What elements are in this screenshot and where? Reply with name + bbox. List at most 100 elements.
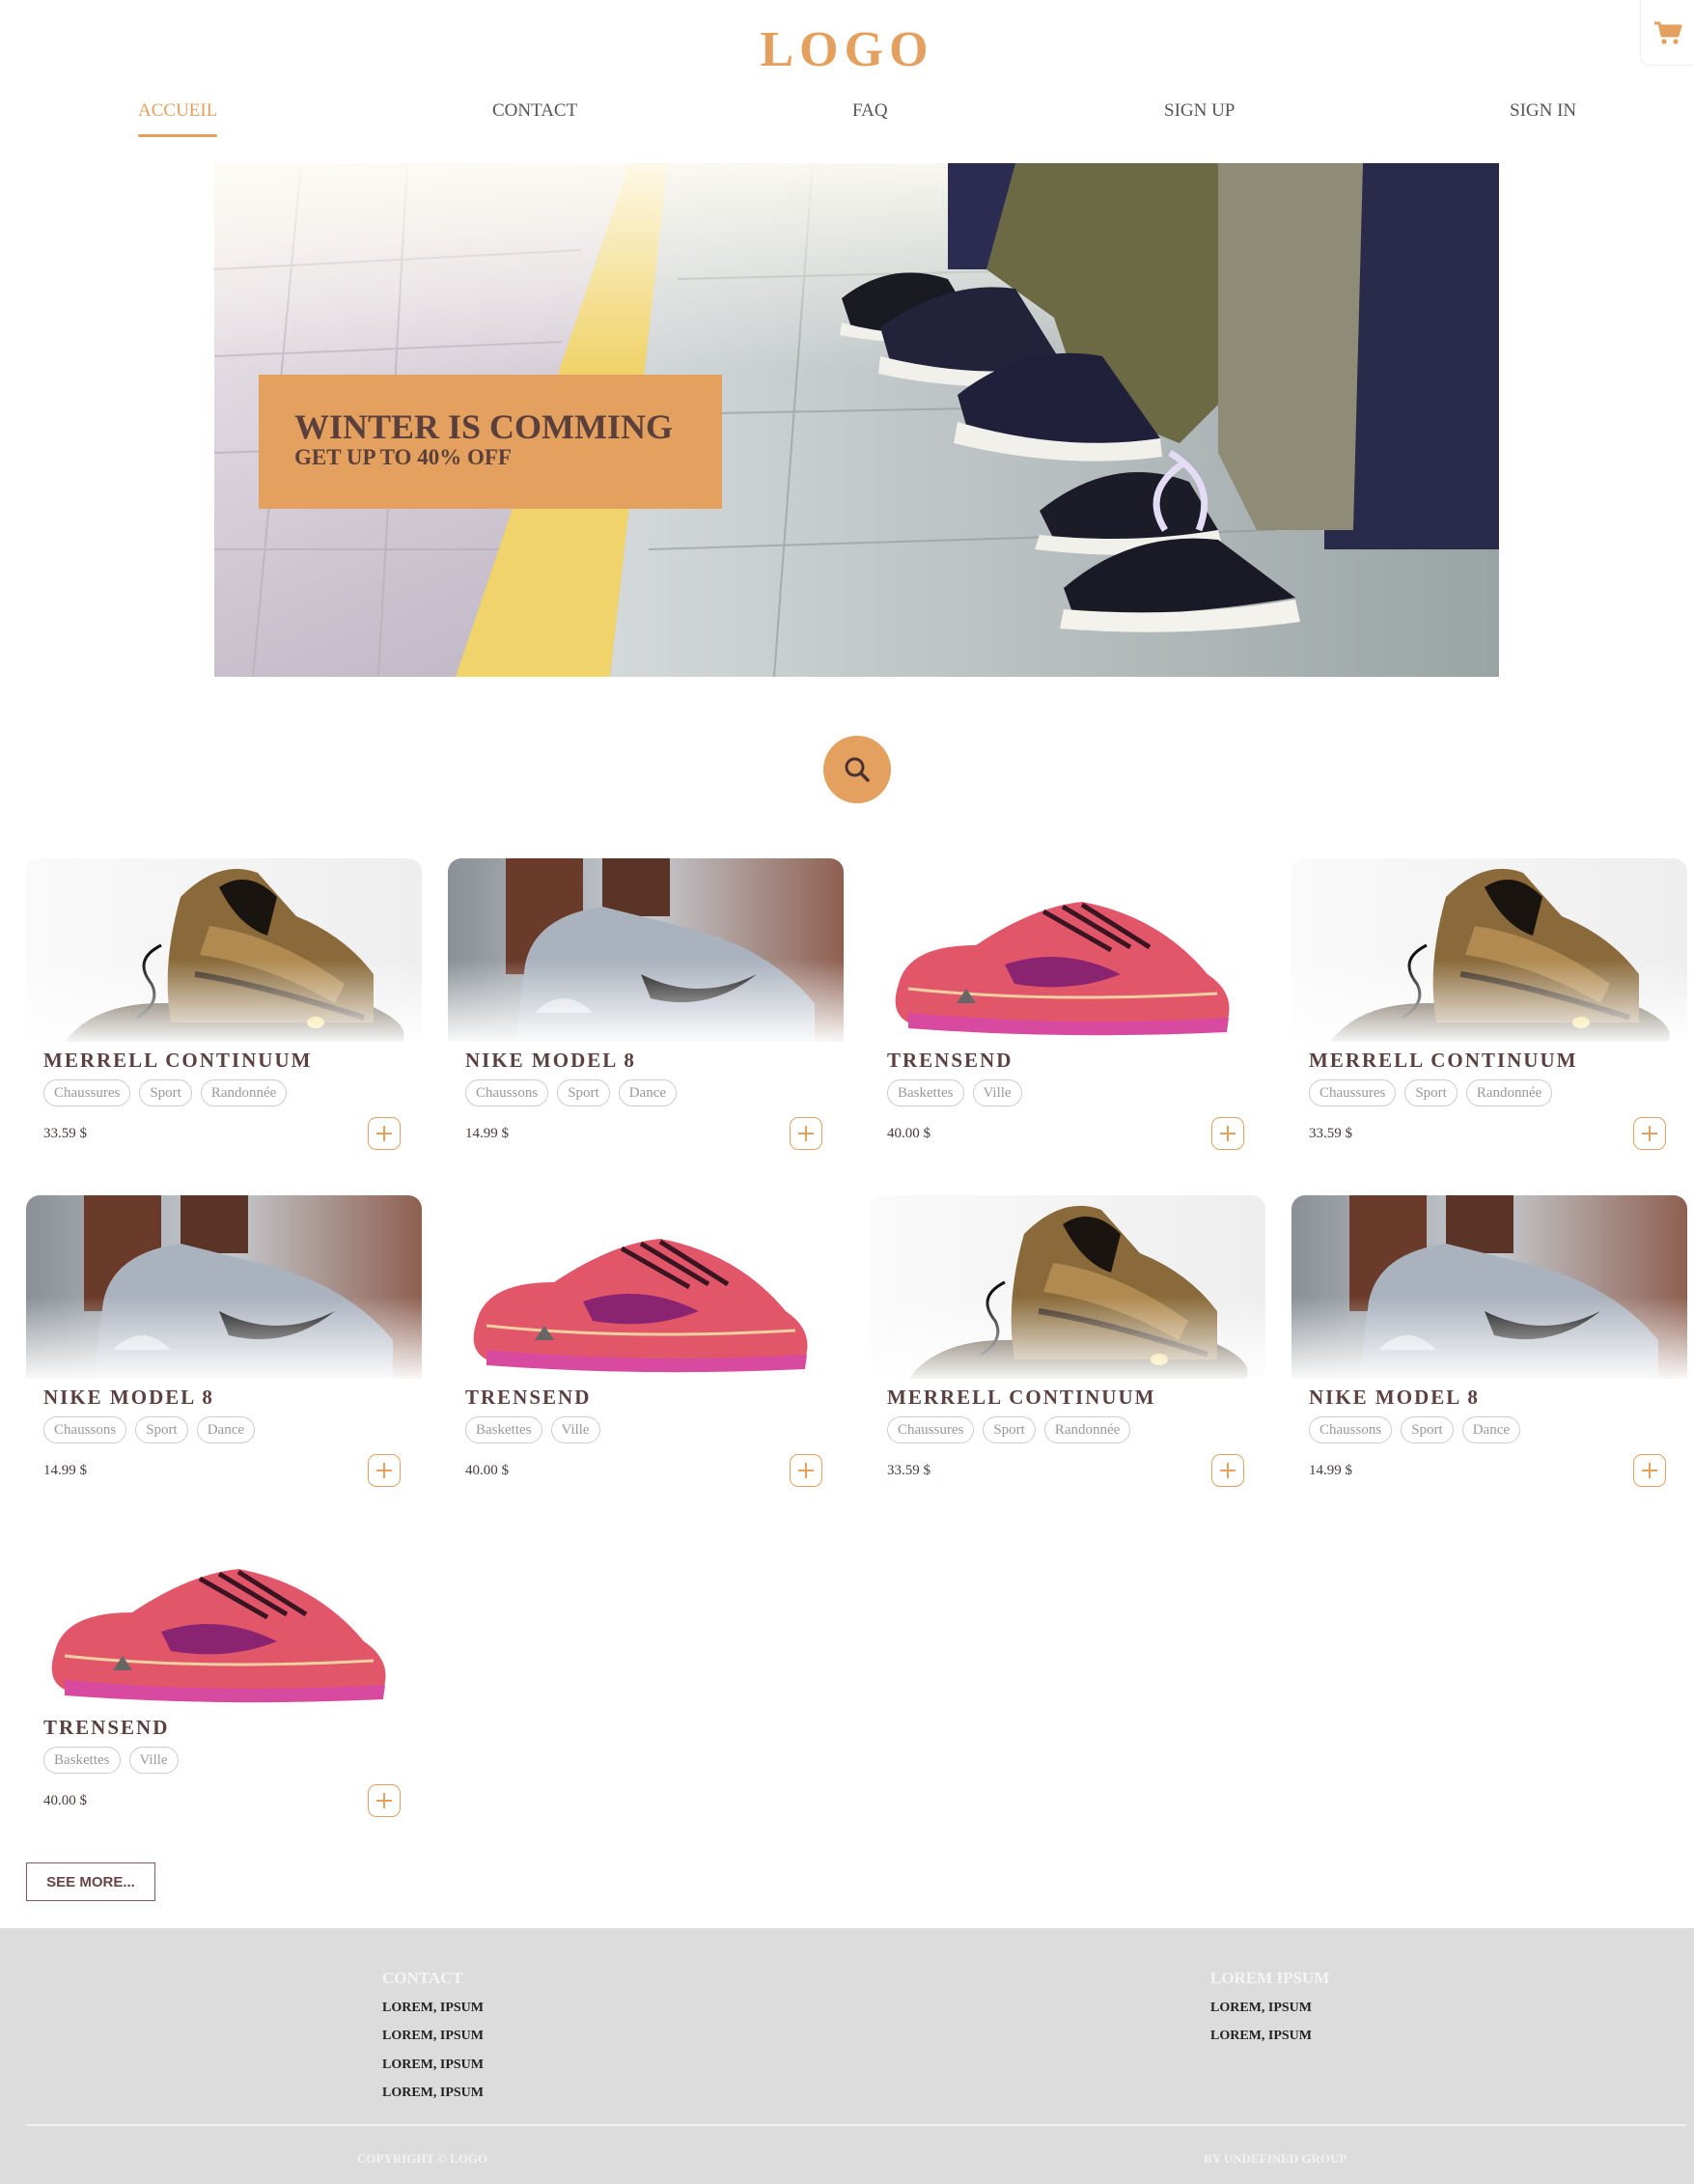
product-card[interactable]: TRENSEND Baskettes Ville 40.00 $ <box>870 858 1265 1177</box>
product-card[interactable]: NIKE MODEL 8 Chaussons Sport Dance 14.99 $ <box>1291 1195 1687 1514</box>
product-card[interactable]: NIKE MODEL 8 Chaussons Sport Dance 14.99 $ <box>26 1195 422 1514</box>
add-to-cart-button[interactable] <box>368 1117 401 1150</box>
search-button[interactable] <box>823 736 891 803</box>
product-tag[interactable]: Dance <box>196 1416 256 1443</box>
plus-icon <box>376 1463 392 1478</box>
footer-lorem-heading: LOREM IPSUM <box>1210 1969 1330 1987</box>
add-to-cart-button[interactable] <box>1633 1117 1666 1150</box>
product-name[interactable]: MERRELL CONTINUUM <box>1309 1049 1577 1073</box>
product-image[interactable] <box>448 858 844 1042</box>
add-to-cart-button[interactable] <box>368 1454 401 1487</box>
add-to-cart-button[interactable] <box>790 1117 822 1150</box>
nav-contact[interactable]: CONTACT <box>492 100 577 122</box>
product-image[interactable] <box>448 1195 844 1379</box>
add-to-cart-button[interactable] <box>790 1454 822 1487</box>
product-name[interactable]: MERRELL CONTINUUM <box>43 1049 312 1073</box>
product-tag[interactable]: Ville <box>550 1416 600 1443</box>
add-to-cart-button[interactable] <box>1211 1117 1244 1150</box>
credit-text: BY UNDEFINED GROUP <box>1204 2151 1347 2166</box>
product-price: 14.99 $ <box>465 1126 509 1141</box>
promo-box[interactable]: WINTER IS COMMING GET UP TO 40% OFF <box>259 375 722 509</box>
product-name[interactable]: NIKE MODEL 8 <box>1309 1386 1480 1410</box>
product-tag[interactable]: Randonnée <box>1465 1079 1553 1106</box>
product-tag[interactable]: Dance <box>1461 1416 1521 1443</box>
product-tag[interactable]: Sport <box>139 1079 192 1106</box>
main-nav: ACCUEIL CONTACT FAQ SIGN UP SIGN IN <box>0 100 1694 139</box>
plus-icon <box>798 1126 814 1141</box>
footer-link[interactable]: LOREM, IPSUM <box>382 2086 484 2101</box>
plus-icon <box>1642 1126 1657 1141</box>
add-to-cart-button[interactable] <box>1633 1454 1666 1487</box>
product-tag[interactable]: Chaussures <box>887 1416 975 1443</box>
footer-link[interactable]: LOREM, IPSUM <box>382 2001 484 2016</box>
product-tag[interactable]: Baskettes <box>887 1079 964 1106</box>
product-tag[interactable]: Randonnée <box>1043 1416 1131 1443</box>
product-image[interactable] <box>1291 858 1687 1042</box>
product-tag[interactable]: Ville <box>128 1747 179 1774</box>
product-tags: Baskettes Ville <box>465 1416 600 1443</box>
nav-accueil[interactable]: ACCUEIL <box>138 100 218 137</box>
product-price: 33.59 $ <box>887 1463 930 1478</box>
product-image[interactable] <box>26 1195 422 1379</box>
product-tags: Chaussons Sport Dance <box>1309 1416 1521 1443</box>
product-name[interactable]: NIKE MODEL 8 <box>465 1049 636 1073</box>
footer-link[interactable]: LOREM, IPSUM <box>382 2029 484 2044</box>
product-tag[interactable]: Chaussures <box>43 1079 131 1106</box>
nav-faq[interactable]: FAQ <box>852 100 888 122</box>
product-tag[interactable]: Baskettes <box>43 1747 121 1774</box>
copyright-text: COPYRIGHT © LOGO <box>357 2151 488 2166</box>
product-name[interactable]: MERRELL CONTINUUM <box>887 1386 1155 1410</box>
product-image[interactable] <box>26 1526 422 1709</box>
product-tag[interactable]: Sport <box>1404 1079 1458 1106</box>
plus-icon <box>376 1126 392 1141</box>
product-tag[interactable]: Chaussons <box>43 1416 127 1443</box>
product-tag[interactable]: Sport <box>1401 1416 1454 1443</box>
product-tags: Chaussures Sport Randonnée <box>43 1079 288 1106</box>
product-card[interactable]: NIKE MODEL 8 Chaussons Sport Dance 14.99 $ <box>448 858 844 1177</box>
plus-icon <box>1642 1463 1657 1478</box>
product-tag[interactable]: Ville <box>972 1079 1022 1106</box>
product-tag[interactable]: Randonnée <box>200 1079 288 1106</box>
product-card[interactable]: TRENSEND Baskettes Ville 40.00 $ <box>26 1526 422 1844</box>
product-tags: Chaussons Sport Dance <box>465 1079 678 1106</box>
product-name[interactable]: TRENSEND <box>887 1049 1013 1073</box>
cart-button[interactable] <box>1640 0 1694 66</box>
product-name[interactable]: NIKE MODEL 8 <box>43 1386 214 1410</box>
add-to-cart-button[interactable] <box>368 1784 401 1817</box>
product-tags: Chaussures Sport Randonnée <box>887 1416 1131 1443</box>
footer-link[interactable]: LOREM, IPSUM <box>1210 2001 1312 2016</box>
hero-banner[interactable]: WINTER IS COMMING GET UP TO 40% OFF <box>214 163 1499 677</box>
product-tag[interactable]: Chaussons <box>465 1079 549 1106</box>
product-card[interactable]: MERRELL CONTINUUM Chaussures Sport Randonné… <box>870 1195 1265 1514</box>
product-tag[interactable]: Dance <box>618 1079 678 1106</box>
product-tag[interactable]: Baskettes <box>465 1416 542 1443</box>
promo-title: WINTER IS COMMING <box>294 407 674 446</box>
product-tags: Chaussons Sport Dance <box>43 1416 256 1443</box>
product-tag[interactable]: Sport <box>135 1416 188 1443</box>
nav-sign-up[interactable]: SIGN UP <box>1164 100 1235 122</box>
product-image[interactable] <box>1291 1195 1687 1379</box>
footer-divider <box>26 2124 1686 2126</box>
footer-link[interactable]: LOREM, IPSUM <box>382 2058 484 2073</box>
see-more-button[interactable]: SEE MORE... <box>26 1862 155 1901</box>
product-price: 33.59 $ <box>1309 1126 1352 1141</box>
product-tag[interactable]: Chaussures <box>1309 1079 1397 1106</box>
product-image[interactable] <box>26 858 422 1042</box>
product-card[interactable]: TRENSEND Baskettes Ville 40.00 $ <box>448 1195 844 1514</box>
product-image[interactable] <box>870 1195 1265 1379</box>
product-tags: Chaussures Sport Randonnée <box>1309 1079 1553 1106</box>
product-image[interactable] <box>870 858 1265 1042</box>
product-name[interactable]: TRENSEND <box>43 1716 169 1740</box>
logo[interactable]: LOGO <box>0 21 1694 78</box>
product-tag[interactable]: Chaussons <box>1309 1416 1393 1443</box>
product-price: 40.00 $ <box>887 1126 930 1141</box>
nav-sign-in[interactable]: SIGN IN <box>1510 100 1576 122</box>
footer-link[interactable]: LOREM, IPSUM <box>1210 2029 1312 2044</box>
add-to-cart-button[interactable] <box>1211 1454 1244 1487</box>
product-name[interactable]: TRENSEND <box>465 1386 591 1410</box>
product-tag[interactable]: Sport <box>983 1416 1036 1443</box>
product-price: 40.00 $ <box>465 1463 509 1478</box>
product-card[interactable]: MERRELL CONTINUUM Chaussures Sport Randonné… <box>1291 858 1687 1177</box>
product-tag[interactable]: Sport <box>557 1079 610 1106</box>
product-card[interactable]: MERRELL CONTINUUM Chaussures Sport Randonné… <box>26 858 422 1177</box>
